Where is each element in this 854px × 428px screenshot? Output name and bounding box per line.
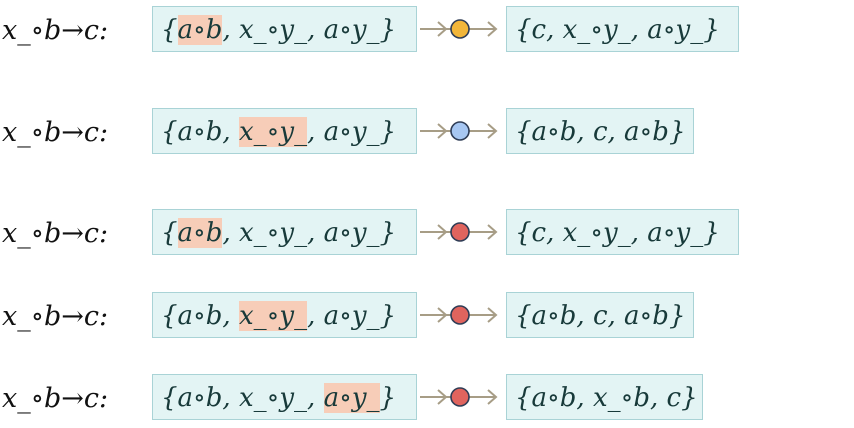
rule-label: x_∘b→c: <box>2 117 109 148</box>
arrow-connector <box>420 121 498 141</box>
highlighted-match: x_∘y_ <box>238 117 308 147</box>
event-node <box>450 19 470 39</box>
arrow-connector <box>420 19 498 39</box>
event-node <box>450 121 470 141</box>
rule-label: x_∘b→c: <box>2 15 109 46</box>
input-expression: {a∘b, x_∘y_, a∘y_} <box>161 301 396 331</box>
highlighted-match: a∘b <box>177 218 223 248</box>
input-segment: {a∘b, <box>161 117 239 147</box>
rule-label: x_∘b→c: <box>2 301 109 332</box>
event-node <box>450 222 470 242</box>
highlighted-match: a∘y_ <box>323 383 380 413</box>
arrow-connector <box>420 305 498 325</box>
input-segment: , a∘y_} <box>307 301 397 331</box>
rewrite-row: x_∘b→c: {a∘b, x_∘y_, a∘y_} {c, x_∘y_, a∘… <box>0 6 854 56</box>
rewrite-row: x_∘b→c: {a∘b, x_∘y_, a∘y_} {a∘b, c, a∘b} <box>0 108 854 158</box>
arrow-connector <box>420 387 498 407</box>
input-expression: {a∘b, x_∘y_, a∘y_} <box>161 383 396 413</box>
input-expression-box: {a∘b, x_∘y_, a∘y_} <box>152 209 417 255</box>
event-node <box>450 305 470 325</box>
output-expression: {c, x_∘y_, a∘y_} <box>515 218 720 248</box>
input-expression: {a∘b, x_∘y_, a∘y_} <box>161 15 396 45</box>
input-segment: { <box>161 218 178 248</box>
highlighted-match: a∘b <box>177 15 223 45</box>
input-segment: } <box>379 383 397 413</box>
highlighted-match: x_∘y_ <box>238 301 308 331</box>
arrow-connector <box>420 222 498 242</box>
input-segment: , x_∘y_, a∘y_} <box>222 15 397 45</box>
input-expression-box: {a∘b, x_∘y_, a∘y_} <box>152 6 417 52</box>
rewrite-row: x_∘b→c: {a∘b, x_∘y_, a∘y_} {a∘b, c, a∘b} <box>0 292 854 342</box>
output-expression-box: {c, x_∘y_, a∘y_} <box>506 209 739 255</box>
input-segment: {a∘b, x_∘y_, <box>161 383 324 413</box>
output-expression-box: {a∘b, c, a∘b} <box>506 292 694 338</box>
input-segment: , a∘y_} <box>307 117 397 147</box>
input-expression-box: {a∘b, x_∘y_, a∘y_} <box>152 108 417 154</box>
input-expression: {a∘b, x_∘y_, a∘y_} <box>161 117 396 147</box>
input-expression-box: {a∘b, x_∘y_, a∘y_} <box>152 374 417 420</box>
output-expression: {a∘b, c, a∘b} <box>515 117 686 147</box>
rule-label: x_∘b→c: <box>2 383 109 414</box>
output-expression-box: {a∘b, x_∘b, c} <box>506 374 703 420</box>
rule-label: x_∘b→c: <box>2 218 109 249</box>
input-segment: , x_∘y_, a∘y_} <box>222 218 397 248</box>
rewrite-row: x_∘b→c: {a∘b, x_∘y_, a∘y_} {c, x_∘y_, a∘… <box>0 209 854 259</box>
output-expression-box: {a∘b, c, a∘b} <box>506 108 694 154</box>
output-expression: {a∘b, x_∘b, c} <box>515 383 698 413</box>
input-expression: {a∘b, x_∘y_, a∘y_} <box>161 218 396 248</box>
input-expression-box: {a∘b, x_∘y_, a∘y_} <box>152 292 417 338</box>
event-node <box>450 387 470 407</box>
output-expression: {a∘b, c, a∘b} <box>515 301 686 331</box>
input-segment: { <box>161 15 178 45</box>
output-expression: {c, x_∘y_, a∘y_} <box>515 15 720 45</box>
output-expression-box: {c, x_∘y_, a∘y_} <box>506 6 739 52</box>
input-segment: {a∘b, <box>161 301 239 331</box>
rewrite-row: x_∘b→c: {a∘b, x_∘y_, a∘y_} {a∘b, x_∘b, c… <box>0 374 854 424</box>
